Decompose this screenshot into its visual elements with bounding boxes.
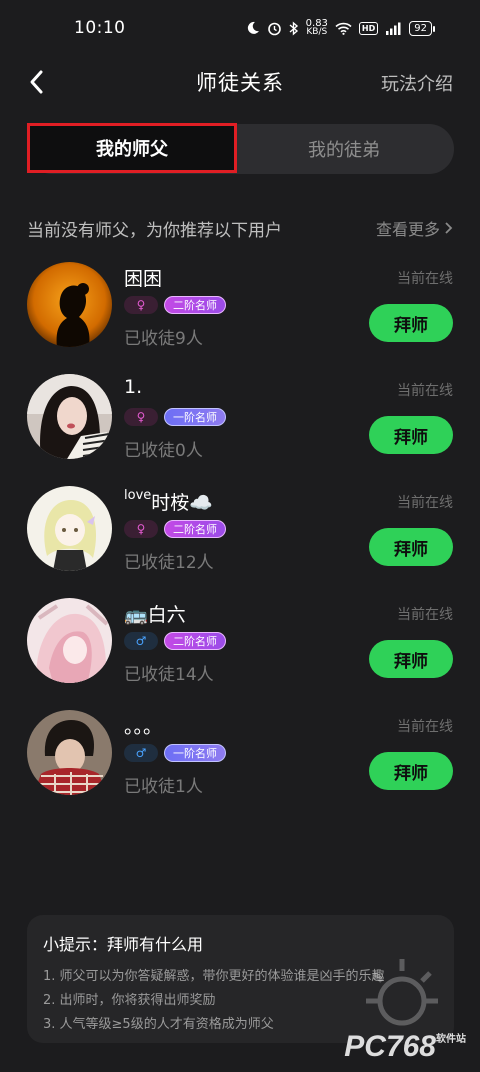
recommend-title: 当前没有师父，为你推荐以下用户: [27, 220, 282, 241]
hd-badge: HD: [358, 21, 379, 35]
level-badge: 二阶名师: [164, 632, 226, 650]
female-icon: ♀: [124, 408, 158, 426]
see-more-link[interactable]: 查看更多: [376, 216, 454, 240]
user-name-prefix: love: [124, 488, 152, 503]
level-badge: 二阶名师: [164, 520, 226, 538]
apprentice-button[interactable]: 拜师: [369, 416, 453, 454]
alarm-icon: [267, 21, 282, 36]
male-icon: ♂: [124, 744, 158, 762]
list-item[interactable]: love时桉☁️ ♀ 二阶名师 已收徒12人 当前在线 拜师: [0, 482, 480, 594]
user-badges: ♀ 二阶名师: [124, 520, 226, 538]
user-badges: ♂ 二阶名师: [124, 632, 226, 650]
avatar[interactable]: [27, 486, 112, 571]
apprentice-count: 已收徒12人: [124, 553, 214, 573]
user-badges: ♂ 一阶名师: [124, 744, 226, 762]
level-badge: 一阶名师: [164, 744, 226, 762]
bluetooth-icon: [289, 20, 299, 36]
list-item[interactable]: 困困 ♀ 二阶名师 已收徒9人 当前在线 拜师: [0, 258, 480, 370]
avatar[interactable]: [27, 710, 112, 795]
chevron-right-icon: [445, 222, 453, 234]
recommend-header: 当前没有师父，为你推荐以下用户 查看更多: [27, 214, 454, 242]
signal-icon: [385, 22, 402, 35]
online-status: 当前在线: [397, 383, 453, 399]
apprentice-count: 已收徒0人: [124, 441, 203, 461]
lightbulb-icon: [366, 959, 438, 1026]
user-badges: ♀ 一阶名师: [124, 408, 226, 426]
list-item[interactable]: 。。。 ♂ 一阶名师 已收徒1人 当前在线 拜师: [0, 706, 480, 818]
back-button[interactable]: [24, 68, 52, 96]
male-icon: ♂: [124, 632, 158, 650]
tab-my-master[interactable]: 我的师父: [27, 123, 237, 173]
apprentice-button[interactable]: 拜师: [369, 304, 453, 342]
apprentice-button[interactable]: 拜师: [369, 752, 453, 790]
list-item[interactable]: 1. ♀ 一阶名师 已收徒0人 当前在线 拜师: [0, 370, 480, 482]
battery-indicator: 92: [409, 20, 435, 36]
watermark-logo: PC768软件站: [344, 1030, 466, 1063]
chevron-left-icon: [30, 70, 43, 94]
apprentice-count: 已收徒14人: [124, 665, 214, 685]
tab-my-apprentice[interactable]: 我的徒弟: [234, 124, 454, 174]
user-name: 1.: [124, 376, 143, 398]
tab-bar: 我的师父 我的徒弟: [27, 123, 454, 174]
online-status: 当前在线: [397, 495, 453, 511]
apprentice-count: 已收徒1人: [124, 777, 203, 797]
online-status: 当前在线: [397, 607, 453, 623]
status-icons: 0.83 KB/S HD 92: [246, 18, 435, 37]
user-name: love时桉☁️: [124, 488, 213, 514]
net-speed: 0.83 KB/S: [305, 18, 328, 37]
female-icon: ♀: [124, 296, 158, 314]
avatar[interactable]: [27, 262, 112, 347]
online-status: 当前在线: [397, 719, 453, 735]
level-badge: 二阶名师: [164, 296, 226, 314]
tips-card: 小提示：拜师有什么用 1. 师父可以为你答疑解惑，带你更好的体验谁是凶手的乐趣 …: [27, 915, 454, 1043]
wifi-icon: [335, 22, 352, 35]
status-time: 10:10: [74, 18, 126, 38]
user-name: 🚌白六: [124, 604, 186, 626]
page-title: 师徒关系: [196, 71, 284, 95]
list-item[interactable]: 🚌白六 ♂ 二阶名师 已收徒14人 当前在线 拜师: [0, 594, 480, 706]
user-name: 困困: [124, 268, 163, 290]
online-status: 当前在线: [397, 271, 453, 287]
avatar[interactable]: [27, 374, 112, 459]
female-icon: ♀: [124, 520, 158, 538]
status-bar: 10:10 0.83 KB/S HD 92: [0, 0, 480, 56]
user-badges: ♀ 二阶名师: [124, 296, 226, 314]
user-name: 。。。: [124, 716, 163, 738]
moon-icon: [246, 21, 260, 35]
apprentice-button[interactable]: 拜师: [369, 640, 453, 678]
rules-link[interactable]: 玩法介绍: [381, 70, 453, 96]
see-more-label: 查看更多: [375, 220, 440, 239]
level-badge: 一阶名师: [164, 408, 226, 426]
avatar[interactable]: [27, 598, 112, 683]
user-list: 困困 ♀ 二阶名师 已收徒9人 当前在线 拜师 1. ♀ 一阶名师 已收徒0人: [0, 258, 480, 818]
apprentice-button[interactable]: 拜师: [369, 528, 453, 566]
apprentice-count: 已收徒9人: [124, 329, 203, 349]
nav-bar: 师徒关系 玩法介绍: [0, 56, 480, 108]
